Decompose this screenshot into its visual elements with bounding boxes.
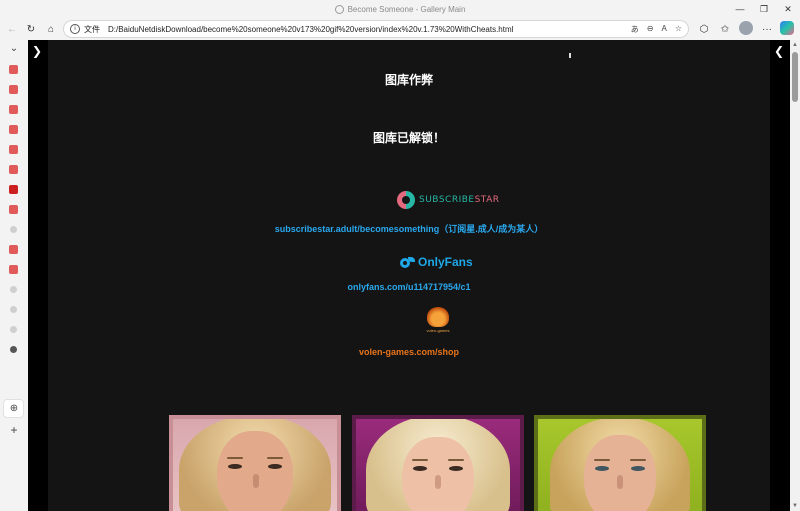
page-scrollbar[interactable]: ▲ ▼ [790,40,800,511]
sidebar-item-15-icon[interactable] [10,346,17,353]
sidebar-item-8-icon[interactable] [9,205,18,214]
sidebar-collapse-icon[interactable]: ⌄ [7,43,21,54]
face-shape [402,437,474,511]
sidebar-item-11-icon[interactable] [9,265,18,274]
info-icon[interactable]: i [70,24,80,34]
address-bar[interactable]: i 文件 D:/BaiduNetdiskDownload/become%20so… [63,20,689,38]
more-icon[interactable]: ··· [759,21,775,37]
eye-left [595,466,609,471]
back-button[interactable]: ← [4,21,20,37]
nose-shape [617,475,623,489]
gallery-tile-portrait-1[interactable] [169,415,341,511]
unlock-status: 图库已解锁！ [372,131,445,145]
volen-games-logo[interactable]: volen-games [424,307,452,335]
onlyfans-logo[interactable]: OnlyFans [400,255,473,269]
eye-right [449,466,463,471]
restore-button[interactable]: ❐ [752,0,776,18]
page-viewport: ❯ 图库作弊 图库已解锁！ SUBSCRIBESTAR subscribesta… [28,40,790,511]
text-cursor [569,53,571,58]
onlyfans-link[interactable]: onlyfans.com/u114717954/c1 [48,282,770,292]
sidebar-item-6-icon[interactable] [9,165,18,174]
subscribestar-logo-text: SUBSCRIBESTAR [419,195,500,205]
nose-shape [435,475,441,489]
brow-right [630,459,646,461]
sidebar-item-3-icon[interactable] [9,105,18,114]
right-panel-toggle[interactable]: ❮ [770,40,790,511]
read-aloud-icon[interactable]: A [661,24,666,35]
refresh-button[interactable]: ↻ [23,21,39,37]
fox-icon [427,307,449,327]
copilot-icon[interactable] [780,21,794,35]
translate-icon[interactable]: あ [631,24,639,35]
brow-left [412,459,428,461]
subscribestar-link[interactable]: subscribestar.adult/becomesomething（订阅星.… [48,222,770,235]
protocol-label: 文件 [84,24,100,34]
close-button[interactable]: ✕ [776,0,800,18]
gallery-tile-portrait-3[interactable] [534,415,706,511]
eye-left [413,466,427,471]
onlyfans-icon [400,256,415,268]
sidebar-item-1-icon[interactable] [9,65,18,74]
chevron-right-icon[interactable]: ❯ [32,44,42,58]
window-title-text: Become Someone - Gallery Main [347,4,466,14]
page-title: 图库作弊 [384,73,433,87]
sidebar-item-13-icon[interactable] [10,306,17,313]
title-bar: Become Someone - Gallery Main — ❐ ✕ [0,0,800,18]
brow-left [594,459,610,461]
scroll-down-icon[interactable]: ▼ [792,503,798,509]
left-panel-toggle[interactable]: ❯ [28,40,48,511]
nose-shape [253,474,259,488]
eye-right [631,466,645,471]
brow-left [227,457,243,459]
extensions-icon[interactable]: ⬡ [696,21,712,37]
eye-right [268,464,282,469]
globe-icon [334,4,344,14]
gallery-tile-portrait-2[interactable] [352,415,524,511]
gallery-page: 图库作弊 图库已解锁！ SUBSCRIBESTAR subscribestar.… [48,40,770,511]
subscribestar-icon [397,191,415,209]
scrollbar-thumb[interactable] [792,52,798,102]
browser-toolbar: ← ↻ ⌂ i 文件 D:/BaiduNetdiskDownload/becom… [0,18,800,40]
browser-sidebar: ⌄ ⊕ + [0,40,28,511]
sidebar-globe-icon[interactable]: ⊕ [7,403,21,414]
onlyfans-logo-text: OnlyFans [418,255,473,269]
url-text[interactable]: D:/BaiduNetdiskDownload/become%20someone… [108,25,513,34]
subscribestar-logo[interactable]: SUBSCRIBESTAR [397,191,500,209]
minimize-button[interactable]: — [728,0,752,18]
sidebar-item-7-icon[interactable] [9,185,18,194]
sidebar-item-5-icon[interactable] [9,145,18,154]
volen-games-link[interactable]: volen-games.com/shop [48,347,770,357]
profile-avatar[interactable] [739,21,753,35]
sidebar-item-2-icon[interactable] [9,85,18,94]
home-button[interactable]: ⌂ [43,21,59,37]
sidebar-add-button[interactable]: + [7,423,21,437]
window-title: Become Someone - Gallery Main [334,4,466,14]
zoom-icon[interactable]: ⊖ [647,24,654,35]
scroll-up-icon[interactable]: ▲ [792,42,798,48]
favorite-icon[interactable]: ☆ [675,24,682,35]
chevron-left-icon[interactable]: ❮ [774,44,784,58]
sidebar-item-9-icon[interactable] [10,226,17,233]
brow-right [267,457,283,459]
face-shape [584,435,656,511]
sidebar-item-10-icon[interactable] [9,245,18,254]
face-shape [217,431,293,511]
address-bar-actions: あ ⊖ A ☆ [631,24,682,35]
volen-games-logo-caption: volen-games [426,328,450,333]
sidebar-item-12-icon[interactable] [10,286,17,293]
eye-left [228,464,242,469]
sidebar-search-icon[interactable] [10,326,17,333]
brow-right [448,459,464,461]
sidebar-item-4-icon[interactable] [9,125,18,134]
favorites-icon[interactable]: ✩ [717,21,733,37]
